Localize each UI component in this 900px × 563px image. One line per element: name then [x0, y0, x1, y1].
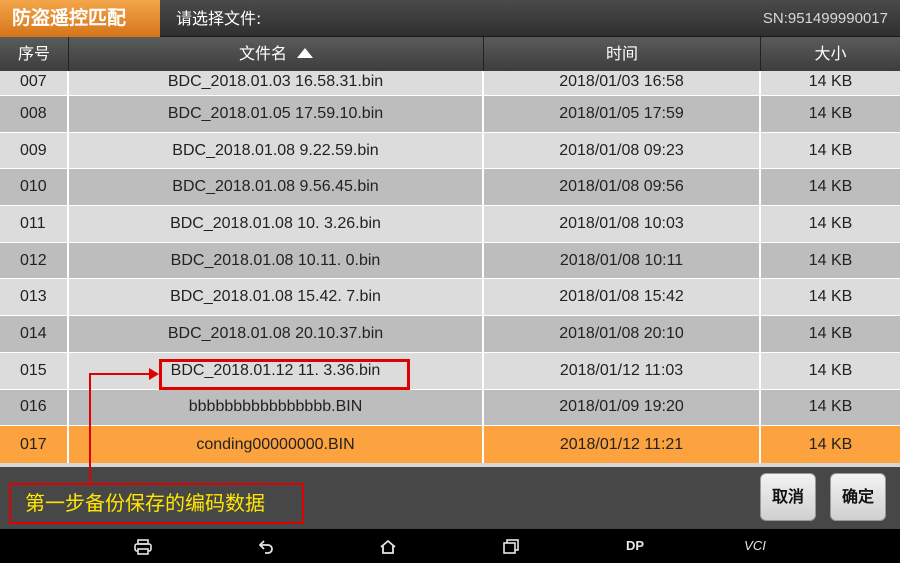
cell-filename: BDC_2018.01.08 20.10.37.bin: [69, 316, 484, 352]
cell-filename: BDC_2018.01.08 15.42. 7.bin: [69, 279, 484, 316]
back-arrow-icon[interactable]: [255, 529, 277, 563]
cell-filename: BDC_2018.01.08 9.22.59.bin: [69, 132, 484, 169]
cell-size: 14 KB: [761, 132, 900, 169]
cell-size: 14 KB: [761, 316, 900, 352]
cell-index: 007: [0, 71, 69, 95]
table-row[interactable]: 013 BDC_2018.01.08 15.42. 7.bin 2018/01/08…: [0, 279, 900, 317]
ok-button[interactable]: 确定: [830, 473, 886, 521]
cell-time: 2018/01/08 15:42: [484, 279, 761, 316]
table-row[interactable]: 007 BDC_2018.01.03 16.58.31.bin 2018/01/03…: [0, 71, 900, 96]
column-header-size[interactable]: 大小: [761, 37, 900, 71]
file-table: 序号 文件名 时间 大小 007 BDC_2018.01.03 16.58.31.…: [0, 37, 900, 467]
cell-size: 14 KB: [761, 71, 900, 95]
cell-size: 14 KB: [761, 206, 900, 242]
table-header: 序号 文件名 时间 大小: [0, 37, 900, 71]
cell-index: 008: [0, 96, 69, 132]
table-body: 007 BDC_2018.01.03 16.58.31.bin 2018/01/03…: [0, 71, 900, 463]
cell-index: 016: [0, 389, 69, 426]
cell-size: 14 KB: [761, 169, 900, 206]
cell-index: 012: [0, 242, 69, 279]
cell-time: 2018/01/03 16:58: [484, 71, 761, 95]
cell-time: 2018/01/12 11:03: [484, 352, 761, 389]
sort-ascending-icon: [297, 48, 313, 58]
cell-size: 14 KB: [761, 242, 900, 279]
column-header-filename[interactable]: 文件名: [69, 37, 484, 71]
column-header-filename-label: 文件名: [238, 44, 287, 63]
table-row[interactable]: 009 BDC_2018.01.08 9.22.59.bin 2018/01/08 …: [0, 132, 900, 170]
cell-filename: BDC_2018.01.08 9.56.45.bin: [69, 169, 484, 206]
printer-icon[interactable]: [132, 529, 154, 563]
cell-time: 2018/01/08 09:56: [484, 169, 761, 206]
table-row[interactable]: 010 BDC_2018.01.08 9.56.45.bin 2018/01/08 …: [0, 169, 900, 207]
table-row[interactable]: 008 BDC_2018.01.05 17.59.10.bin 2018/01/05…: [0, 96, 900, 133]
cell-filename: BDC_2018.01.08 10. 3.26.bin: [69, 206, 484, 242]
cancel-button[interactable]: 取消: [760, 473, 816, 521]
table-row[interactable]: 012 BDC_2018.01.08 10.11. 0.bin 2018/01/08…: [0, 242, 900, 280]
annotation-connector-vertical: [89, 374, 91, 483]
cell-time: 2018/01/12 11:21: [484, 426, 761, 463]
cell-filename: bbbbbbbbbbbbbbbb.BIN: [69, 389, 484, 426]
select-file-prompt: 请选择文件:: [176, 9, 262, 28]
table-row[interactable]: 014 BDC_2018.01.08 20.10.37.bin 2018/01/08…: [0, 316, 900, 353]
cell-index: 009: [0, 132, 69, 169]
table-row[interactable]: 016 bbbbbbbbbbbbbbbb.BIN 2018/01/09 19:20 1…: [0, 389, 900, 427]
cell-index: 010: [0, 169, 69, 206]
cell-filename: BDC_2018.01.03 16.58.31.bin: [69, 71, 484, 95]
cell-index: 013: [0, 279, 69, 316]
cell-filename: BDC_2018.01.05 17.59.10.bin: [69, 96, 484, 132]
cell-index: 017: [0, 426, 69, 463]
table-row[interactable]: 015 BDC_2018.01.12 11. 3.36.bin 2018/01/12…: [0, 352, 900, 390]
dp-button[interactable]: DP: [620, 529, 650, 563]
cell-index: 011: [0, 206, 69, 242]
cell-time: 2018/01/08 09:23: [484, 132, 761, 169]
column-header-index[interactable]: 序号: [0, 37, 69, 71]
cell-filename: conding00000000.BIN: [69, 426, 484, 463]
cell-index: 015: [0, 352, 69, 389]
vci-button[interactable]: VCI: [740, 529, 770, 563]
app-title: 防盗遥控匹配: [0, 0, 160, 37]
cell-time: 2018/01/08 10:03: [484, 206, 761, 242]
table-row[interactable]: 011 BDC_2018.01.08 10. 3.26.bin 2018/01/08…: [0, 206, 900, 243]
recent-apps-icon[interactable]: [500, 529, 522, 563]
system-nav-bar: DP VCI: [0, 529, 900, 563]
cell-time: 2018/01/05 17:59: [484, 96, 761, 132]
cell-size: 14 KB: [761, 426, 900, 463]
serial-number: SN:951499990017: [762, 10, 888, 27]
annotation-note: 第一步备份保存的编码数据: [9, 483, 304, 524]
annotation-arrow-icon: [149, 368, 159, 380]
annotation-highlight-box: [159, 359, 410, 390]
column-header-time[interactable]: 时间: [484, 37, 761, 71]
cell-time: 2018/01/08 20:10: [484, 316, 761, 352]
cell-filename: BDC_2018.01.08 10.11. 0.bin: [69, 242, 484, 279]
home-icon[interactable]: [377, 529, 399, 563]
title-bar: 防盗遥控匹配 请选择文件: SN:951499990017: [0, 0, 900, 37]
annotation-connector-horizontal: [89, 373, 151, 375]
cell-size: 14 KB: [761, 389, 900, 426]
cell-size: 14 KB: [761, 279, 900, 316]
cell-time: 2018/01/09 19:20: [484, 389, 761, 426]
cell-index: 014: [0, 316, 69, 352]
table-row[interactable]: 017 conding00000000.BIN 2018/01/12 11:21 14…: [0, 426, 900, 463]
cell-time: 2018/01/08 10:11: [484, 242, 761, 279]
cell-size: 14 KB: [761, 96, 900, 132]
cell-size: 14 KB: [761, 352, 900, 389]
